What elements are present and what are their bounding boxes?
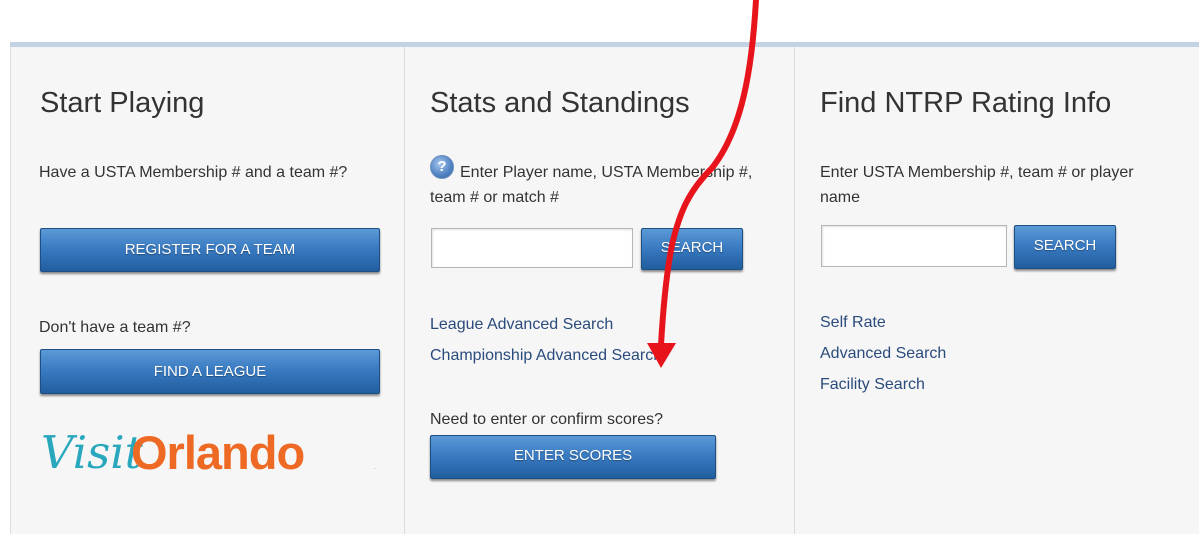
logo-orlando-text: Orlando [131, 426, 305, 479]
logo-mark: . [374, 465, 376, 471]
ntrp-title: Find NTRP Rating Info [820, 87, 1112, 119]
ntrp-search-button[interactable]: SEARCH [1014, 225, 1116, 269]
stats-standings-title: Stats and Standings [430, 87, 690, 119]
start-playing-column: Start Playing Have a USTA Membership # a… [10, 47, 404, 534]
no-team-text: Don't have a team #? [39, 319, 191, 336]
start-playing-title: Start Playing [40, 87, 205, 119]
ntrp-search-input[interactable] [821, 225, 1007, 267]
stats-search-input[interactable] [431, 228, 633, 268]
stats-search-instructions: Enter Player name, USTA Membership #, te… [430, 164, 753, 206]
ntrp-column: Find NTRP Rating Info Enter USTA Members… [794, 47, 1199, 534]
facility-search-link[interactable]: Facility Search [820, 369, 925, 400]
find-a-league-button[interactable]: FIND A LEAGUE [40, 349, 380, 394]
stats-search-button[interactable]: SEARCH [641, 228, 743, 270]
self-rate-link[interactable]: Self Rate [820, 307, 886, 338]
logo-visit-text: Visit [41, 426, 143, 479]
register-for-team-button[interactable]: REGISTER FOR A TEAM [40, 228, 380, 272]
championship-advanced-search-link[interactable]: Championship Advanced Search [430, 340, 662, 371]
usta-panel: Start Playing Have a USTA Membership # a… [10, 42, 1199, 534]
scores-prompt: Need to enter or confirm scores? [430, 411, 663, 428]
league-advanced-search-link[interactable]: League Advanced Search [430, 309, 613, 340]
ntrp-search-instructions: Enter USTA Membership #, team # or playe… [820, 164, 1134, 206]
enter-scores-button[interactable]: ENTER SCORES [430, 435, 716, 479]
advanced-search-link[interactable]: Advanced Search [820, 338, 946, 369]
stats-standings-column: Stats and Standings ? Enter Player name,… [404, 47, 794, 534]
have-membership-text: Have a USTA Membership # and a team #? [39, 164, 348, 181]
